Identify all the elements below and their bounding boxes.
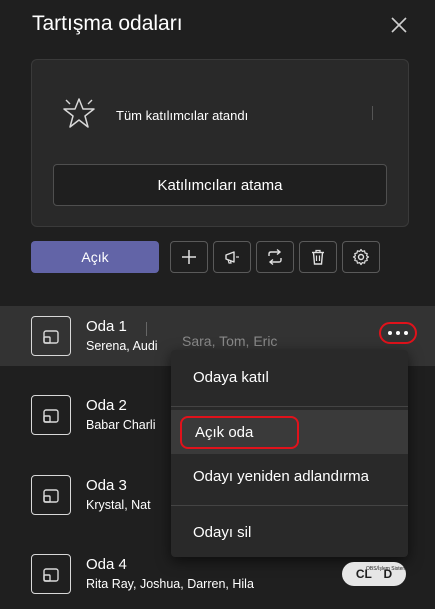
delete-rooms-button[interactable] xyxy=(299,241,337,273)
menu-divider xyxy=(171,505,408,506)
highlight-outline xyxy=(180,416,299,449)
assignment-status: Tüm katılımcılar atandı xyxy=(116,108,249,123)
badge-note: OBS/İşlem Sistemi xyxy=(366,566,408,572)
delete-icon xyxy=(312,249,324,265)
room-context-menu: Odaya katıl Açık oda Odayı yeniden adlan… xyxy=(171,350,408,557)
more-dot xyxy=(396,331,400,335)
room-icon xyxy=(31,475,71,515)
assignment-card: Tüm katılımcılar atandı Katılımcıları at… xyxy=(31,59,409,227)
room-name: Oda 2 xyxy=(86,397,127,414)
announcement-button[interactable] xyxy=(213,241,251,273)
reassign-button[interactable] xyxy=(256,241,294,273)
room-icon xyxy=(31,554,71,594)
room-members-overflow: Sara, Tom, Eric xyxy=(182,333,278,349)
divider xyxy=(372,106,373,120)
rooms-toolbar: Açık xyxy=(0,241,435,274)
room-icon xyxy=(31,395,71,435)
room-icon xyxy=(31,316,71,356)
more-dot xyxy=(388,331,392,335)
room-members: Serena, Audi xyxy=(86,339,158,353)
reassign-icon xyxy=(268,248,282,266)
room-members: Krystal, Nat xyxy=(86,498,151,512)
more-dot xyxy=(404,331,408,335)
room-members: Babar Charli xyxy=(86,418,156,432)
add-icon xyxy=(182,250,196,264)
menu-item-rename-room[interactable]: Odayı yeniden adlandırma xyxy=(171,454,408,498)
assign-participants-button[interactable]: Katılımcıları atama xyxy=(53,164,387,206)
room-name: Oda 4 xyxy=(86,556,127,573)
room-icon-glyph xyxy=(43,568,59,582)
add-room-button[interactable] xyxy=(170,241,208,273)
room-name: Oda 1 xyxy=(86,318,127,335)
room-members: Rita Ray, Joshua, Darren, Hila xyxy=(86,577,254,591)
close-icon[interactable] xyxy=(388,14,410,36)
settings-icon xyxy=(352,248,370,266)
room-icon-glyph xyxy=(43,409,59,423)
settings-button[interactable] xyxy=(342,241,380,273)
room-name: Oda 3 xyxy=(86,477,127,494)
panel-title: Tartışma odaları xyxy=(32,12,183,35)
more-options-button[interactable] xyxy=(379,322,417,344)
room-icon-glyph xyxy=(43,330,59,344)
menu-item-open-room[interactable]: Açık oda xyxy=(171,410,408,454)
menu-item-delete-room[interactable]: Odayı sil xyxy=(171,510,408,554)
panel-header: Tartışma odaları xyxy=(0,0,435,56)
divider xyxy=(146,322,147,336)
menu-divider xyxy=(171,406,408,407)
open-rooms-button[interactable]: Açık xyxy=(31,241,159,273)
menu-item-join-room[interactable]: Odaya katıl xyxy=(171,355,408,399)
star-icon xyxy=(63,98,95,128)
announce-icon xyxy=(225,251,239,264)
room-icon-glyph xyxy=(43,489,59,503)
